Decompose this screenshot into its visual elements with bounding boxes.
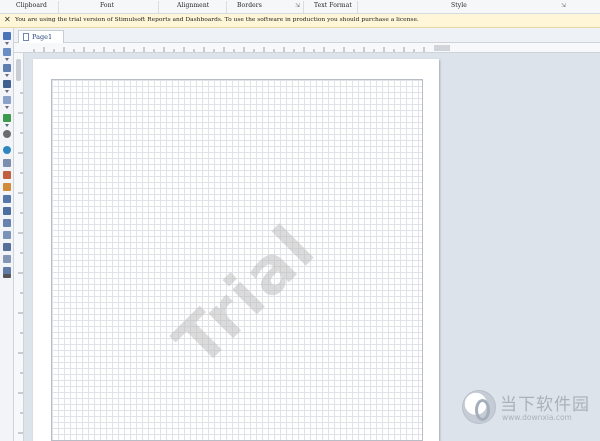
chevron-down-icon[interactable] bbox=[5, 58, 9, 61]
tab-label: Page1 bbox=[32, 33, 53, 41]
table-icon[interactable] bbox=[3, 159, 11, 167]
ribbon-separator bbox=[158, 1, 159, 13]
ribbon-separator bbox=[58, 1, 59, 13]
report-designer: Clipboard Font Alignment Borders ⇲ Text … bbox=[0, 0, 600, 441]
gauge-icon[interactable] bbox=[3, 130, 11, 138]
group-icon[interactable] bbox=[3, 219, 11, 227]
ribbon-group-clipboard[interactable]: Clipboard bbox=[16, 2, 47, 9]
select-icon[interactable] bbox=[3, 32, 11, 40]
vertical-ruler bbox=[14, 53, 24, 441]
image-icon[interactable] bbox=[3, 80, 11, 88]
ribbon-group-alignment[interactable]: Alignment bbox=[177, 2, 209, 9]
ruler-ticks bbox=[18, 92, 23, 434]
logo-url: www.downxia.com bbox=[502, 413, 572, 422]
close-icon[interactable]: ✕ bbox=[4, 15, 11, 24]
component-toolbox bbox=[0, 28, 14, 441]
tools-icon[interactable] bbox=[3, 274, 11, 278]
map-icon[interactable] bbox=[3, 146, 11, 154]
ribbon-group-borders[interactable]: Borders bbox=[237, 2, 262, 9]
richtext-icon[interactable] bbox=[3, 64, 11, 72]
trial-notice-bar: ✕ You are using the trial version of Sti… bbox=[0, 14, 600, 28]
ruler-ticks bbox=[33, 47, 425, 52]
design-canvas[interactable]: Trial bbox=[24, 53, 600, 441]
ribbon-group-bar: Clipboard Font Alignment Borders ⇲ Text … bbox=[0, 0, 600, 14]
logo-name: 当下软件园 bbox=[500, 395, 590, 415]
panel-icon[interactable] bbox=[3, 171, 11, 179]
horizontal-ruler bbox=[14, 43, 600, 53]
chevron-down-icon[interactable] bbox=[5, 42, 9, 45]
page-tab-strip: Page1 bbox=[14, 28, 600, 43]
ribbon-separator bbox=[226, 1, 227, 13]
text-icon[interactable] bbox=[3, 48, 11, 56]
ribbon-group-text-format[interactable]: Text Format bbox=[314, 2, 352, 9]
chevron-down-icon[interactable] bbox=[5, 106, 9, 109]
report-page[interactable]: Trial bbox=[33, 59, 439, 441]
chevron-down-icon[interactable] bbox=[5, 90, 9, 93]
ribbon-group-font[interactable]: Font bbox=[100, 2, 114, 9]
vertical-ruler-scroll-thumb[interactable] bbox=[16, 59, 21, 81]
databand-icon[interactable] bbox=[3, 183, 11, 191]
style-dialog-launcher-icon[interactable]: ⇲ bbox=[561, 2, 566, 9]
trial-notice-message: You are using the trial version of Stimu… bbox=[15, 17, 419, 23]
chevron-down-icon[interactable] bbox=[5, 124, 9, 127]
borders-dialog-launcher-icon[interactable]: ⇲ bbox=[295, 2, 300, 9]
page-icon bbox=[23, 33, 29, 41]
header-icon[interactable] bbox=[3, 195, 11, 203]
ribbon-group-style[interactable]: Style bbox=[451, 2, 467, 9]
ribbon-separator bbox=[357, 1, 358, 13]
checkbox-icon[interactable] bbox=[3, 255, 11, 263]
footer-icon[interactable] bbox=[3, 207, 11, 215]
crosstab-icon[interactable] bbox=[3, 243, 11, 251]
shape-icon[interactable] bbox=[3, 96, 11, 104]
ruler-margin-marker bbox=[434, 45, 450, 51]
logo-mark-icon bbox=[462, 390, 496, 424]
subreport-icon[interactable] bbox=[3, 231, 11, 239]
tab-page1[interactable]: Page1 bbox=[18, 30, 64, 43]
chart-icon[interactable] bbox=[3, 114, 11, 122]
site-logo: 当下软件园 www.downxia.com bbox=[460, 386, 600, 430]
ribbon-separator bbox=[303, 1, 304, 13]
chevron-down-icon[interactable] bbox=[5, 74, 9, 77]
